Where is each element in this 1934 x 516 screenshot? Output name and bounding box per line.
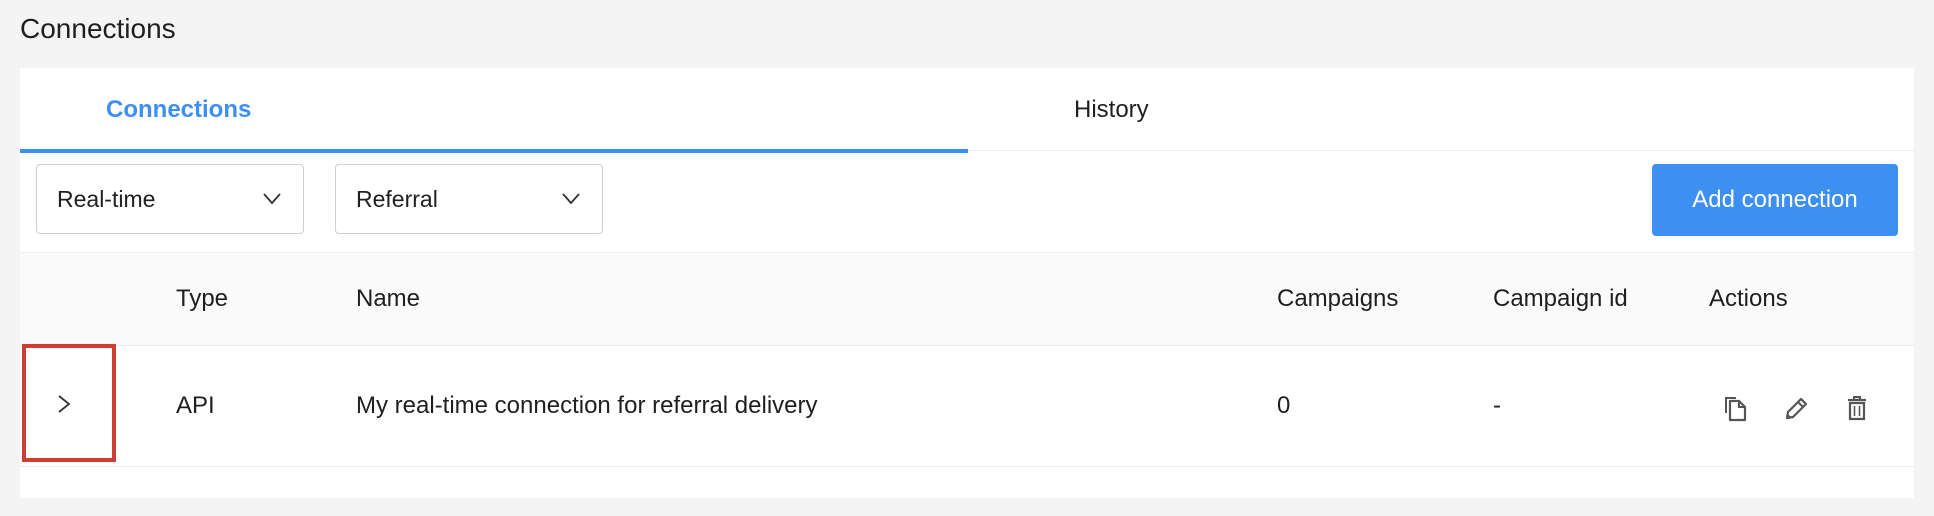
row-campaigns: 0 — [1277, 392, 1291, 419]
table-header: Type Name Campaigns Campaign id Actions — [20, 253, 1914, 346]
column-header-name: Name — [356, 285, 421, 312]
page-title: Connections — [20, 13, 176, 44]
connection-type-select[interactable]: Real-time — [36, 164, 304, 234]
column-header-type: Type — [176, 285, 229, 312]
tab-history-label: History — [1074, 96, 1149, 123]
column-header-campaign-id: Campaign id — [1493, 285, 1628, 312]
row-expand-button[interactable] — [22, 344, 116, 462]
chevron-down-icon — [562, 193, 580, 205]
connection-type-value: Real-time — [57, 186, 156, 212]
chevron-right-icon — [58, 395, 71, 413]
row-name: My real-time connection for referral del… — [356, 392, 818, 419]
tab-connections[interactable]: Connections — [20, 68, 968, 153]
column-header-campaigns: Campaigns — [1277, 285, 1399, 312]
row-type: API — [176, 392, 215, 419]
table-row: API My real-time connection for referral… — [20, 344, 1914, 467]
tab-connections-label: Connections — [106, 96, 252, 123]
add-connection-button[interactable]: Add connection — [1652, 164, 1898, 236]
tab-bar: Connections History — [20, 68, 1914, 153]
column-header-actions: Actions — [1709, 285, 1788, 312]
tab-history[interactable]: History — [968, 68, 1914, 150]
filter-bar: Real-time Referral Add connection — [20, 152, 1914, 253]
pencil-icon[interactable] — [1783, 394, 1809, 422]
connection-kind-select[interactable]: Referral — [335, 164, 603, 234]
row-campaign-id: - — [1493, 392, 1501, 419]
connections-table: Type Name Campaigns Campaign id Actions … — [20, 253, 1914, 467]
copy-icon[interactable] — [1722, 394, 1748, 422]
connections-card: Connections History Real-time Referral A… — [20, 68, 1914, 498]
trash-icon[interactable] — [1844, 394, 1870, 422]
chevron-down-icon — [263, 193, 281, 205]
connection-kind-value: Referral — [356, 186, 438, 212]
